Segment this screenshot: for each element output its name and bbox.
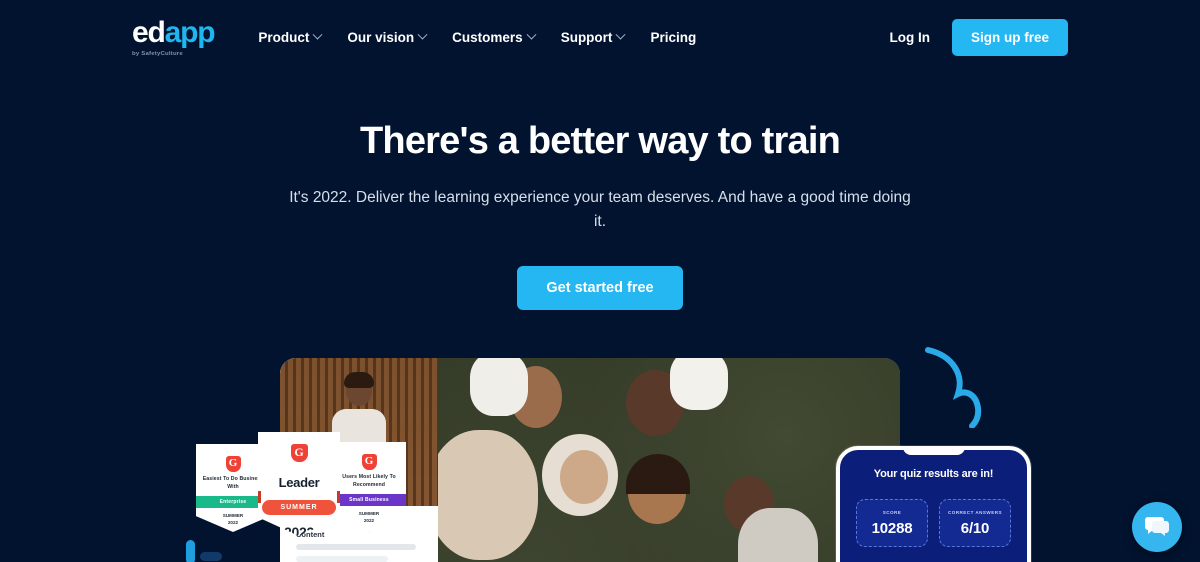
- logo-wordmark: edapp: [132, 15, 216, 49]
- hero-section: There's a better way to train It's 2022.…: [0, 120, 1200, 310]
- g2-badge-ribbon: SUMMER: [262, 499, 336, 515]
- photo-person-clothing: [670, 358, 728, 410]
- quiz-results-heading: Your quiz results are in!: [873, 468, 994, 480]
- get-started-free-button[interactable]: Get started free: [517, 265, 683, 310]
- logo-tagline: by SafetyCulture: [132, 50, 183, 57]
- quiz-stat-correct-answers: CORRECT ANSWERS 6/10: [939, 499, 1011, 547]
- person-head: [344, 372, 374, 406]
- signup-free-button[interactable]: Sign up free: [951, 18, 1068, 56]
- quiz-stat-label: CORRECT ANSWERS: [947, 509, 1003, 515]
- quiz-stat-label: SCORE: [882, 509, 902, 515]
- nav-actions: Log In Sign up free: [889, 18, 1068, 56]
- quiz-stat-value: 6/10: [960, 519, 990, 537]
- chevron-down-icon: [417, 29, 428, 40]
- decoration-bar-dark: [200, 552, 222, 561]
- g2-badge-year: 2022: [363, 517, 375, 523]
- photo-person-clothing: [438, 430, 538, 560]
- decoration-bar-blue: [186, 540, 195, 562]
- hero-group-photo: [438, 358, 900, 562]
- nav-item-label: Our vision: [347, 29, 415, 45]
- site-navbar: edapp by SafetyCulture Product Our visio…: [0, 0, 1200, 74]
- g2-badge-users-most-likely-to-recommend: G Users Most Likely To Recommend Small B…: [332, 442, 406, 532]
- page-root: edapp by SafetyCulture Product Our visio…: [0, 0, 1200, 562]
- chat-bubble-icon[interactable]: [1132, 502, 1182, 552]
- chat-bubble-glyph: [1145, 517, 1169, 536]
- g2-badge-group: G Easiest To Do Business With Enterprise…: [196, 432, 411, 537]
- photo-person-head: [560, 450, 608, 504]
- nav-item-pricing[interactable]: Pricing: [650, 30, 696, 45]
- chevron-down-icon: [615, 29, 626, 40]
- logo-text-ed: ed: [132, 15, 166, 49]
- nav-item-label: Pricing: [650, 29, 697, 45]
- nav-item-product[interactable]: Product: [258, 29, 323, 45]
- g2-badge-title: Users Most Likely To Recommend: [342, 474, 396, 488]
- hero-title: There's a better way to train: [360, 120, 841, 162]
- quiz-stat-value: 10288: [871, 519, 913, 537]
- content-placeholder-line: [296, 556, 388, 562]
- hero-subtitle: It's 2022. Deliver the learning experien…: [289, 188, 911, 230]
- photo-person-clothing: [470, 358, 528, 416]
- logo[interactable]: edapp by SafetyCulture: [132, 15, 216, 57]
- chevron-down-icon: [312, 29, 323, 40]
- quiz-stats-row: SCORE 10288 CORRECT ANSWERS 6/10: [840, 499, 1027, 547]
- g2-badge-year: 2022: [227, 519, 239, 525]
- nav-item-label: Support: [560, 29, 613, 45]
- g2-badge-season: SUMMER 2022: [332, 511, 406, 525]
- quiz-stat-score: SCORE 10288: [856, 499, 928, 547]
- g2-badge-season-text: SUMMER: [358, 511, 380, 517]
- phone-notch: [902, 450, 965, 455]
- nav-item-label: Customers: [452, 29, 523, 45]
- g2-badge-leader: G Leader SUMMER 2022: [258, 432, 340, 536]
- quiz-results-card: Your quiz results are in! SCORE 10288 CO…: [836, 446, 1031, 562]
- nav-item-label: Product: [258, 29, 310, 45]
- content-placeholder-line: [296, 544, 416, 550]
- chevron-down-icon: [526, 29, 537, 40]
- g2-logo-icon: G: [290, 444, 308, 462]
- logo-text-app: app: [164, 15, 216, 49]
- nav-item-customers[interactable]: Customers: [452, 29, 537, 45]
- nav-item-support[interactable]: Support: [560, 29, 626, 45]
- g2-badge-ribbon: Small Business: [332, 494, 406, 507]
- g2-badge-title: Leader: [278, 475, 320, 490]
- nav-item-our-vision[interactable]: Our vision: [347, 29, 428, 45]
- squiggle-decoration: [925, 347, 982, 428]
- g2-logo-icon: G: [225, 456, 241, 472]
- login-link[interactable]: Log In: [889, 30, 930, 45]
- g2-logo-icon: G: [361, 454, 377, 470]
- person-hair: [344, 372, 374, 388]
- nav-links: Product Our vision Customers Support Pri…: [258, 29, 696, 45]
- photo-person-clothing: [738, 508, 818, 562]
